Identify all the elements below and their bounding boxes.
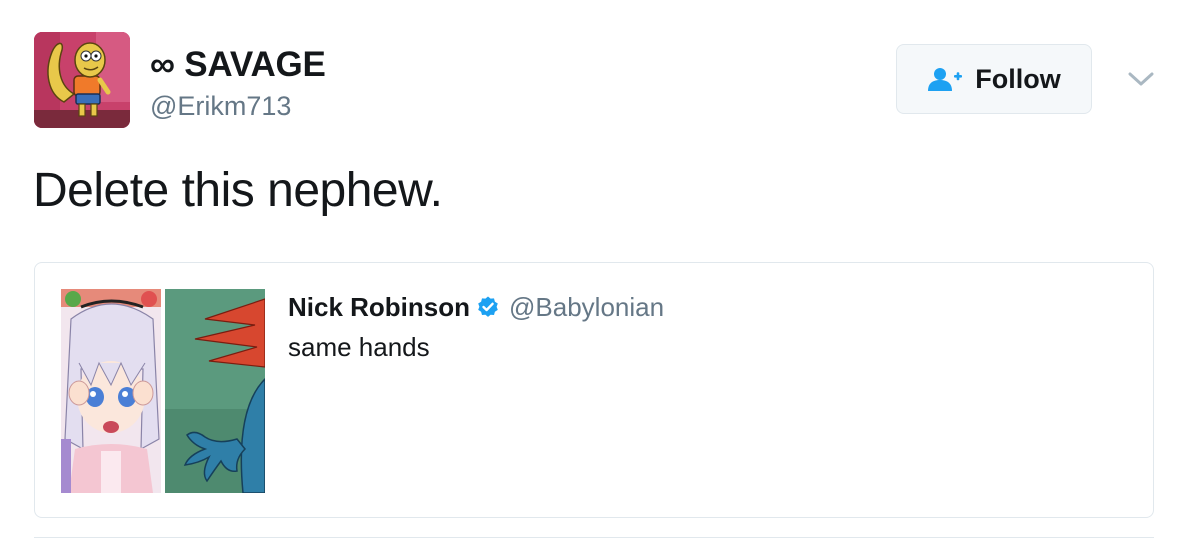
cartoon-hand-thumbnail-icon xyxy=(165,289,265,493)
anime-girl-thumbnail-icon xyxy=(61,289,161,493)
verified-badge-icon xyxy=(478,296,498,317)
add-user-icon xyxy=(928,68,963,91)
tweet-text: Delete this nephew. xyxy=(33,164,443,217)
bottom-divider xyxy=(34,537,1154,538)
author-handle[interactable]: @Erikm713 xyxy=(150,90,291,122)
chevron-down-icon[interactable] xyxy=(1126,66,1156,92)
quoted-tweet-text: same hands xyxy=(288,332,430,362)
cartoon-lizard-avatar-icon xyxy=(34,32,130,128)
follow-button-label: Follow xyxy=(975,64,1061,94)
quoted-tweet-card[interactable]: Nick Robinson @Babylonian same hands xyxy=(34,262,1154,518)
quoted-tweet-header: Nick Robinson @Babylonian xyxy=(288,291,664,323)
quoted-author-name[interactable]: Nick Robinson xyxy=(288,291,470,323)
quoted-tweet-media[interactable] xyxy=(61,289,265,493)
quoted-author-handle[interactable]: @Babylonian xyxy=(509,291,664,323)
follow-button[interactable]: Follow xyxy=(896,44,1092,114)
author-display-name[interactable]: ∞ SAVAGE xyxy=(150,44,326,86)
author-avatar[interactable] xyxy=(34,32,130,128)
